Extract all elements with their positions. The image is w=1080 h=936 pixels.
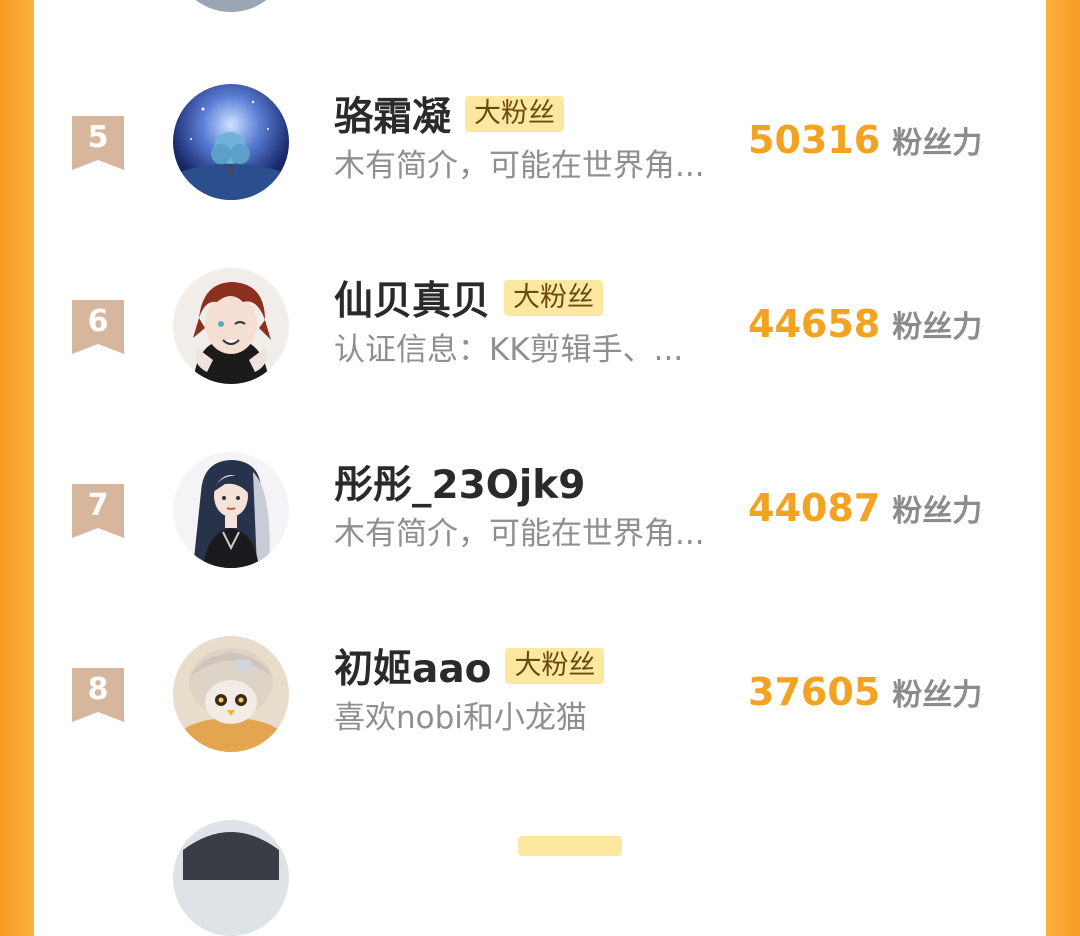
name-line: 仙贝真贝 大粉丝 (334, 270, 604, 326)
fan-power-value: 50316 (748, 118, 881, 162)
avatar-partial-top[interactable] (173, 0, 289, 12)
fan-power: 37605 粉丝力 (748, 670, 982, 714)
fan-power-unit: 粉丝力 (892, 494, 983, 529)
rank-ribbon: 6 (72, 300, 124, 354)
user-name[interactable]: 初姬aao (334, 638, 491, 694)
fan-badge: 大粉丝 (504, 280, 604, 316)
avatar[interactable] (173, 452, 289, 568)
avatar[interactable] (173, 84, 289, 200)
list-item[interactable]: 6 仙贝真贝 大粉丝 认证信息：KK剪辑手、... 44658 粉丝力 (34, 268, 1046, 388)
fan-power-unit: 粉丝力 (892, 126, 983, 161)
rank-ribbon: 8 (72, 668, 124, 722)
name-line: 骆霜凝 大粉丝 (334, 86, 565, 142)
fan-power: 44087 粉丝力 (748, 486, 982, 530)
rank-number: 7 (87, 488, 109, 523)
user-description: 木有简介，可能在世界角... (334, 516, 705, 552)
name-line: 初姬aao 大粉丝 (334, 638, 605, 694)
fan-power-value: 37605 (748, 670, 881, 714)
list-item[interactable]: 7 彤彤_23Ojk9 木有简介，可能在世界角... 44087 粉丝力 (34, 452, 1046, 572)
fan-ranking-list: 5 骆霜凝 大粉丝 木有简介，可能在世界角... 50316 粉丝力 6 仙贝真… (34, 0, 1046, 936)
avatar[interactable] (173, 268, 289, 384)
fan-power: 50316 粉丝力 (748, 118, 982, 162)
list-item[interactable]: 5 骆霜凝 大粉丝 木有简介，可能在世界角... 50316 粉丝力 (34, 84, 1046, 204)
user-description: 喜欢nobi和小龙猫 (334, 700, 587, 736)
rank-number: 6 (87, 304, 109, 339)
user-name[interactable]: 仙贝真贝 (334, 270, 490, 326)
user-description: 木有简介，可能在世界角... (334, 148, 705, 184)
partial-badge-bottom (518, 836, 622, 856)
avatar-partial-bottom[interactable] (173, 820, 289, 936)
fan-power-unit: 粉丝力 (892, 310, 983, 345)
fan-badge: 大粉丝 (465, 96, 565, 132)
user-name[interactable]: 骆霜凝 (334, 86, 451, 142)
user-name[interactable]: 彤彤_23Ojk9 (334, 454, 585, 510)
rank-ribbon: 7 (72, 484, 124, 538)
user-description: 认证信息：KK剪辑手、... (334, 332, 684, 368)
fan-power-value: 44658 (748, 302, 881, 346)
rank-number: 8 (87, 672, 109, 707)
name-line: 彤彤_23Ojk9 (334, 456, 585, 508)
list-item[interactable]: 8 初姬aao 大粉丝 喜欢nobi和小龙猫 37605 粉丝力 (34, 636, 1046, 756)
fan-power: 44658 粉丝力 (748, 302, 982, 346)
rank-ribbon: 5 (72, 116, 124, 170)
fan-badge: 大粉丝 (505, 648, 605, 684)
avatar[interactable] (173, 636, 289, 752)
fan-power-value: 44087 (748, 486, 881, 530)
fan-power-unit: 粉丝力 (892, 678, 983, 713)
rank-number: 5 (87, 120, 109, 155)
